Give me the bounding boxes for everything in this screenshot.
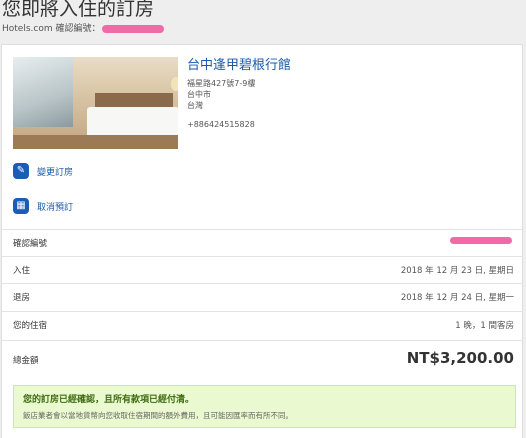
checkout-row: 退房 2018 年 12 月 24 日, 星期一 <box>2 283 522 308</box>
cancel-booking-button[interactable]: ▦ 取消預訂 <box>13 198 73 214</box>
checkout-value: 2018 年 12 月 24 日, 星期一 <box>400 293 514 303</box>
redacted-confirmation-value <box>450 237 512 244</box>
checkin-value: 2018 年 12 月 23 日, 星期日 <box>400 266 514 276</box>
notice-title: 您的訂房已經確認，且所有款項已經付清。 <box>23 395 195 405</box>
stay-row: 您的住宿 1 晚，1 間客房 <box>2 311 522 336</box>
hotel-phone: +886424515828 <box>187 120 255 129</box>
payment-notice: 您的訂房已經確認，且所有款項已經付清。 飯店業者會以當地貨幣向您收取住宿期間的額… <box>13 385 516 428</box>
booking-card: 台中逢甲碧根行館 福星路427號7-9樓 台中市 台灣 +88642451582… <box>1 44 523 438</box>
hotel-address-country: 台灣 <box>187 101 203 110</box>
total-row: 總金額 NT$3,200.00 <box>2 340 522 378</box>
redacted-confirmation-number <box>102 24 165 33</box>
confirmation-row: 確認編號 <box>2 229 522 254</box>
photo-window <box>13 57 73 127</box>
hotel-photo[interactable] <box>13 57 178 149</box>
stay-value: 1 晚，1 間客房 <box>455 321 514 331</box>
checkin-label: 入住 <box>13 266 31 276</box>
checkin-row: 入住 2018 年 12 月 23 日, 星期日 <box>2 256 522 281</box>
modify-booking-label: 變更訂房 <box>37 167 74 178</box>
hotel-address-city: 台中市 <box>187 90 211 99</box>
cancel-booking-label: 取消預訂 <box>37 202 74 213</box>
total-label: 總金額 <box>13 356 39 366</box>
edit-icon: ✎ <box>13 163 29 179</box>
calendar-icon: ▦ <box>13 198 29 214</box>
notice-body: 飯店業者會以當地貨幣向您收取住宿期間的額外費用，且可能因匯率而有所不同。 <box>23 411 293 420</box>
photo-lamp <box>171 77 178 91</box>
confirmation-line-label: Hotels.com 確認編號： <box>2 24 101 34</box>
confirmation-label: 確認編號 <box>13 239 48 249</box>
photo-floor <box>13 135 178 149</box>
checkout-label: 退房 <box>13 293 31 303</box>
hotel-address-street: 福星路427號7-9樓 <box>187 79 256 88</box>
total-amount: NT$3,200.00 <box>406 349 514 367</box>
hotel-name-link[interactable]: 台中逢甲碧根行館 <box>187 54 291 73</box>
confirmation-line: Hotels.com 確認編號： <box>2 21 165 34</box>
page-title: 您即將入住的訂房 <box>2 0 155 20</box>
modify-booking-button[interactable]: ✎ 變更訂房 <box>13 163 73 179</box>
stay-label: 您的住宿 <box>13 321 48 331</box>
